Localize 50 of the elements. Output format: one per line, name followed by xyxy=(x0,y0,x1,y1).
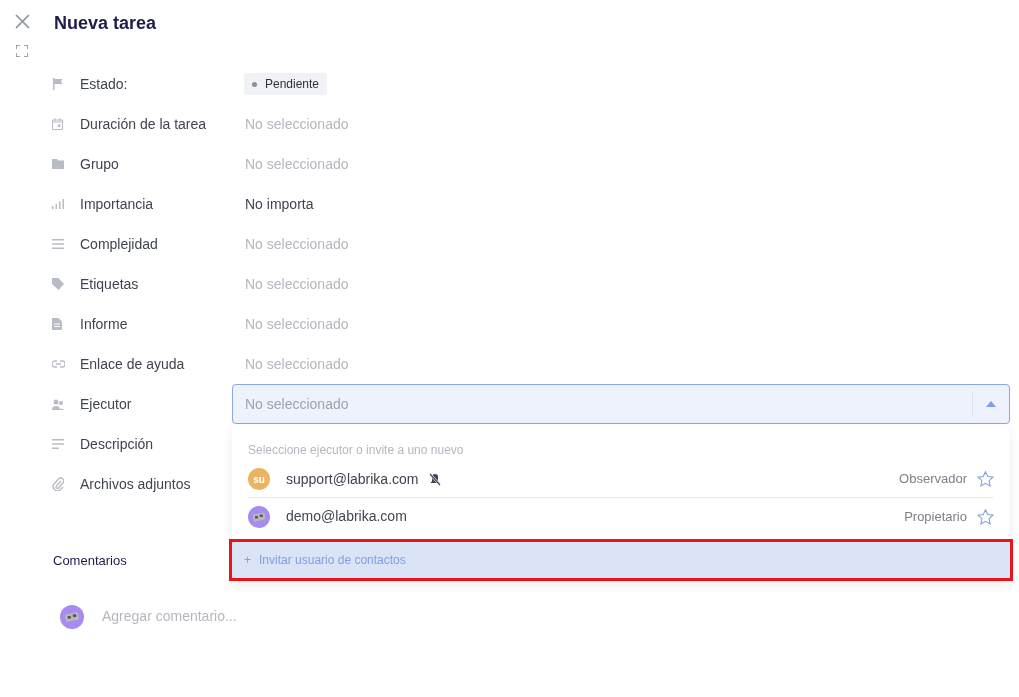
field-value[interactable]: No importa xyxy=(245,193,314,215)
field-label: Estado: xyxy=(80,74,129,94)
users-icon xyxy=(52,398,64,410)
fullscreen-icon[interactable] xyxy=(16,45,28,57)
invite-user-link[interactable]: + Invitar usuario de contactos xyxy=(232,542,1010,578)
list-icon xyxy=(52,239,64,249)
calendar-icon xyxy=(52,118,63,130)
field-value[interactable]: No seleccionado xyxy=(245,113,349,135)
avatar: su xyxy=(248,468,270,490)
document-icon xyxy=(52,318,62,330)
star-icon[interactable] xyxy=(977,508,994,525)
field-value[interactable]: No seleccionado xyxy=(245,153,349,175)
flag-icon xyxy=(52,78,64,90)
comments-heading: Comentarios xyxy=(53,552,127,570)
text-lines-icon xyxy=(52,439,64,449)
folder-icon xyxy=(52,159,64,169)
status-badge[interactable]: Pendiente xyxy=(244,73,328,95)
user-option[interactable]: demo@labrika.com Propietario xyxy=(248,498,994,535)
field-label: Informe xyxy=(80,314,129,334)
link-icon xyxy=(52,360,65,368)
user-email: support@labrika.com xyxy=(286,469,419,489)
close-icon[interactable] xyxy=(14,14,30,29)
field-label: Archivos adjuntos xyxy=(80,474,192,494)
star-icon[interactable] xyxy=(977,471,994,487)
dropdown-hint: Seleccione ejecutor o invite a uno nuevo xyxy=(248,442,465,459)
field-label: Ejecutor xyxy=(80,394,133,414)
user-role: Observador xyxy=(899,470,967,489)
field-label: Duración de la tarea xyxy=(80,114,208,134)
field-label: Descripción xyxy=(80,434,155,454)
avatar-icon xyxy=(60,604,84,629)
field-label: Importancia xyxy=(80,194,155,214)
field-label: Complejidad xyxy=(80,234,159,254)
user-role: Propietario xyxy=(904,507,967,526)
field-value[interactable]: No seleccionado xyxy=(245,353,349,375)
field-label: Etiquetas xyxy=(80,274,140,294)
field-label: Enlace de ayuda xyxy=(80,354,186,374)
comment-input[interactable]: Agregar comentario... xyxy=(102,606,237,627)
field-label: Grupo xyxy=(80,154,120,174)
field-value[interactable]: No seleccionado xyxy=(245,233,349,255)
field-value[interactable]: No seleccionado xyxy=(245,273,349,295)
tag-icon xyxy=(52,278,64,290)
avatar-icon xyxy=(248,505,270,528)
select-field[interactable]: No seleccionado xyxy=(232,384,1010,424)
form-title: Nueva tarea xyxy=(54,12,158,35)
field-value[interactable]: No seleccionado xyxy=(245,313,349,335)
user-email: demo@labrika.com xyxy=(286,507,407,526)
caret-icon xyxy=(986,401,996,407)
paperclip-icon xyxy=(52,477,64,491)
signal-bars-icon xyxy=(52,199,64,209)
user-option[interactable]: su support@labrika.com Observador xyxy=(248,461,994,498)
